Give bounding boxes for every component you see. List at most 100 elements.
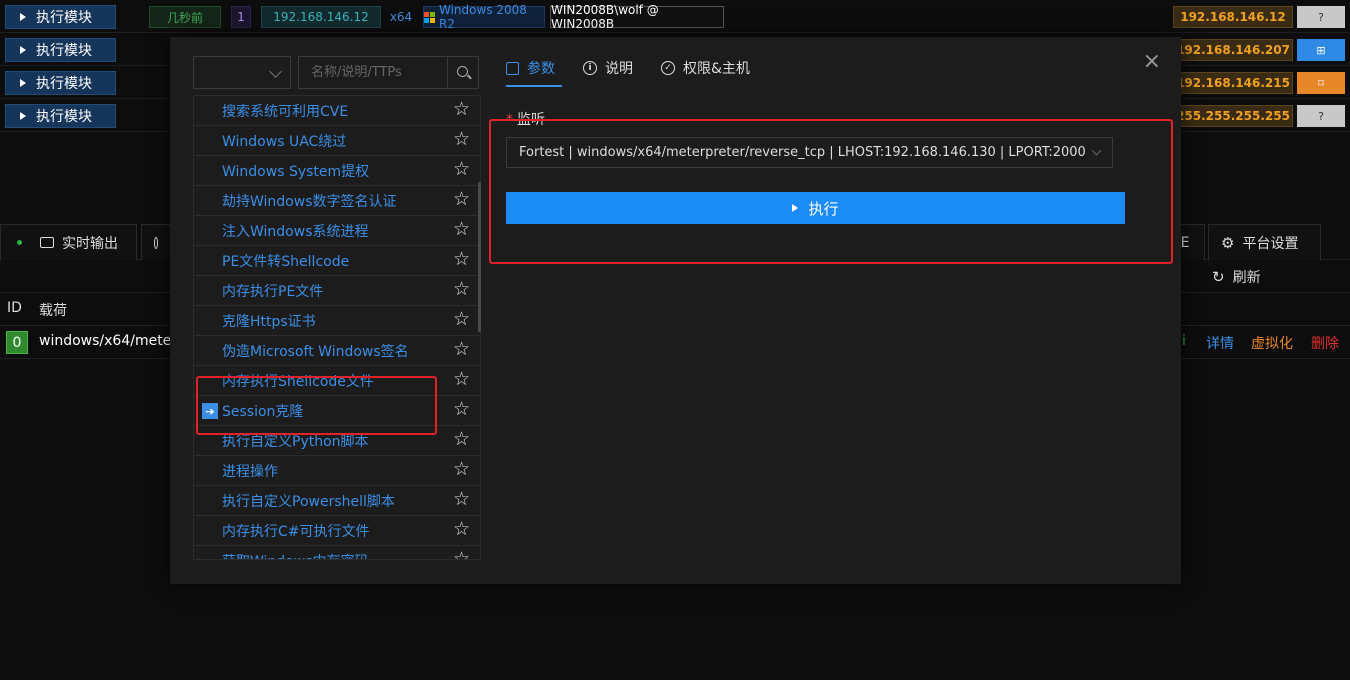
module-list: 搜索系统可利用CVE ☆ Windows UAC绕过 ☆ Windows System提… bbox=[193, 95, 481, 560]
highlight-box-params bbox=[489, 119, 1173, 264]
run-module-dialog: × 搜索系统可利用CVE☆Windows UAC绕过☆Windows Syste… bbox=[170, 37, 1181, 584]
info-icon: i bbox=[583, 61, 597, 75]
refresh-button[interactable]: ↻ 刷新 bbox=[1212, 267, 1261, 287]
refresh-icon: ↻ bbox=[1212, 268, 1225, 286]
session-time-tag: 几秒前 bbox=[149, 6, 221, 28]
virtualize-link[interactable]: 虚拟化 bbox=[1251, 333, 1293, 353]
star-icon[interactable]: ☆ bbox=[453, 130, 470, 149]
module-label: 内存执行C#可执行文件 bbox=[222, 523, 370, 540]
star-icon[interactable]: ☆ bbox=[453, 250, 470, 269]
active-tab-indicator bbox=[506, 85, 562, 87]
module-label: 获取Windows内存密码 bbox=[222, 551, 369, 560]
star-icon[interactable]: ☆ bbox=[453, 430, 470, 449]
module-list-scrollbar[interactable] bbox=[478, 182, 481, 332]
module-item[interactable]: Windows System提权 ☆ bbox=[194, 156, 480, 186]
delete-link[interactable]: 删除 bbox=[1311, 333, 1339, 353]
star-icon[interactable]: ☆ bbox=[453, 370, 470, 389]
session-row[interactable]: 执行模块 几秒前 1 192.168.146.12 x64 Windows 20… bbox=[0, 0, 1350, 33]
search-button[interactable] bbox=[448, 56, 479, 89]
platform-badge[interactable]: ? bbox=[1297, 6, 1345, 28]
play-icon bbox=[20, 79, 26, 87]
module-item[interactable]: 注入Windows系统进程 ☆ bbox=[194, 216, 480, 246]
column-header-id: ID bbox=[7, 300, 22, 316]
clock-icon bbox=[154, 236, 158, 249]
row-id-badge: 0 bbox=[6, 331, 28, 354]
module-item[interactable]: 内存执行PE文件 ☆ bbox=[194, 276, 480, 306]
details-link[interactable]: 详情 bbox=[1206, 333, 1234, 353]
module-item[interactable]: 内存执行C#可执行文件 ☆ bbox=[194, 516, 480, 546]
module-label: 进程操作 bbox=[222, 463, 278, 480]
category-select[interactable] bbox=[193, 56, 291, 89]
module-item[interactable]: PE文件转Shellcode ☆ bbox=[194, 246, 480, 276]
platform-badge[interactable]: ⊞ bbox=[1297, 39, 1345, 61]
tab-permissions-host[interactable]: ✓ 权限&主机 bbox=[661, 55, 750, 81]
module-item[interactable]: 执行自定义Powershell脚本 ☆ bbox=[194, 486, 480, 516]
module-item[interactable]: 劫持Windows数字签名认证 ☆ bbox=[194, 186, 480, 216]
module-label: 劫持Windows数字签名认证 bbox=[222, 193, 397, 210]
star-icon[interactable]: ☆ bbox=[453, 490, 470, 509]
module-item[interactable]: 获取Windows内存密码 ☆ bbox=[194, 546, 480, 560]
play-icon bbox=[20, 46, 26, 54]
gear-icon: ⚙ bbox=[1221, 233, 1235, 252]
star-icon[interactable]: ☆ bbox=[453, 520, 470, 539]
star-icon[interactable]: ☆ bbox=[453, 100, 470, 119]
tab-platform-settings[interactable]: ⚙ 平台设置 bbox=[1208, 224, 1321, 260]
host-ip-badge: 192.168.146.12 bbox=[1173, 6, 1293, 28]
star-icon[interactable]: ☆ bbox=[453, 160, 470, 179]
row-action-partial[interactable]: i bbox=[1182, 333, 1186, 349]
check-circle-icon: ✓ bbox=[661, 61, 675, 75]
star-icon[interactable]: ☆ bbox=[453, 340, 470, 359]
module-label: PE文件转Shellcode bbox=[222, 253, 350, 270]
session-user-tag: WIN2008B\wolf @ WIN2008B bbox=[550, 3, 724, 31]
status-dot-icon bbox=[17, 240, 22, 245]
module-label: 伪造Microsoft Windows签名 bbox=[222, 343, 409, 360]
module-item[interactable]: 进程操作 ☆ bbox=[194, 456, 480, 486]
module-item[interactable]: 伪造Microsoft Windows签名 ☆ bbox=[194, 336, 480, 366]
play-icon bbox=[20, 13, 26, 21]
module-label: Windows UAC绕过 bbox=[222, 133, 347, 150]
chevron-down-icon bbox=[269, 65, 282, 78]
module-label: Windows System提权 bbox=[222, 163, 370, 180]
star-icon[interactable]: ☆ bbox=[453, 400, 470, 419]
execute-module-button[interactable]: 执行模块 bbox=[5, 5, 116, 29]
platform-badge[interactable]: ⌑ bbox=[1297, 72, 1345, 94]
tab-description[interactable]: i 说明 bbox=[583, 55, 633, 81]
tab-realtime-output[interactable]: 实时输出 bbox=[0, 224, 137, 260]
session-ip-tag: 192.168.146.12 bbox=[261, 6, 381, 28]
host-ip-badge: 192.168.146.215 bbox=[1173, 72, 1293, 94]
tab-history[interactable] bbox=[141, 224, 171, 260]
module-item[interactable]: 克隆Https证书 ☆ bbox=[194, 306, 480, 336]
dialog-tabs: 参数 i 说明 ✓ 权限&主机 bbox=[506, 55, 750, 81]
search-input[interactable] bbox=[298, 56, 448, 89]
module-label: 执行自定义Powershell脚本 bbox=[222, 493, 395, 510]
star-icon[interactable]: ☆ bbox=[453, 280, 470, 299]
star-icon[interactable]: ☆ bbox=[453, 550, 470, 560]
star-icon[interactable]: ☆ bbox=[453, 310, 470, 329]
session-os-tag: Windows 2008 R2 bbox=[423, 3, 545, 31]
module-label: 内存执行PE文件 bbox=[222, 283, 324, 300]
module-label: 克隆Https证书 bbox=[222, 313, 316, 330]
execute-module-button[interactable]: 执行模块 bbox=[5, 104, 116, 128]
module-label: 注入Windows系统进程 bbox=[222, 223, 369, 240]
session-arch-tag: x64 bbox=[389, 10, 413, 24]
star-icon[interactable]: ☆ bbox=[453, 460, 470, 479]
execute-module-button[interactable]: 执行模块 bbox=[5, 38, 116, 62]
windows-logo-icon bbox=[424, 11, 435, 23]
platform-badge[interactable]: ? bbox=[1297, 105, 1345, 127]
star-icon[interactable]: ☆ bbox=[453, 220, 470, 239]
module-item[interactable]: Windows UAC绕过 ☆ bbox=[194, 126, 480, 156]
host-ip-badge: 192.168.146.207 bbox=[1173, 39, 1293, 61]
highlight-box-module bbox=[196, 376, 437, 435]
row-payload: windows/x64/meterp bbox=[39, 333, 186, 349]
star-icon[interactable]: ☆ bbox=[453, 190, 470, 209]
play-icon bbox=[20, 112, 26, 120]
session-count-tag: 1 bbox=[231, 6, 251, 28]
monitor-icon bbox=[40, 237, 54, 248]
close-icon[interactable]: × bbox=[1143, 51, 1161, 73]
module-label: 搜索系统可利用CVE bbox=[222, 103, 349, 120]
execute-module-button[interactable]: 执行模块 bbox=[5, 71, 116, 95]
tab-params[interactable]: 参数 bbox=[506, 55, 555, 81]
module-item[interactable]: 搜索系统可利用CVE ☆ bbox=[194, 96, 480, 126]
edit-icon bbox=[506, 61, 519, 75]
column-header-payload: 载荷 bbox=[39, 303, 67, 319]
